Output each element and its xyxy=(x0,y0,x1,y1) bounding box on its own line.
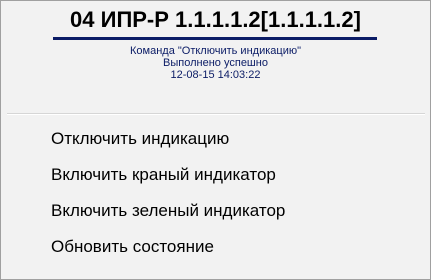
menu-items: Отключить индикацию Включить краный инди… xyxy=(1,121,430,265)
menu-header: 04 ИПР-Р 1.1.1.1.2[1.1.1.1.2] Команда "О… xyxy=(1,1,430,113)
status-timestamp-line: 12-08-15 14:03:22 xyxy=(170,69,261,81)
menu-item-refresh-state[interactable]: Обновить состояние xyxy=(1,229,430,265)
menu-item-enable-green-indicator[interactable]: Включить зеленый индикатор xyxy=(1,193,430,229)
context-menu: 04 ИПР-Р 1.1.1.1.2[1.1.1.1.2] Команда "О… xyxy=(0,0,431,280)
command-status: Команда "Отключить индикацию" Выполнено … xyxy=(1,45,430,81)
menu-item-disable-indication[interactable]: Отключить индикацию xyxy=(1,121,430,157)
status-result-line: Выполнено успешно xyxy=(163,57,268,69)
status-command-line: Команда "Отключить индикацию" xyxy=(130,45,301,57)
menu-separator-highlight xyxy=(7,114,425,115)
title-underline xyxy=(53,37,377,40)
device-title: 04 ИПР-Р 1.1.1.1.2[1.1.1.1.2] xyxy=(70,7,361,32)
menu-item-enable-red-indicator[interactable]: Включить краный индикатор xyxy=(1,157,430,193)
